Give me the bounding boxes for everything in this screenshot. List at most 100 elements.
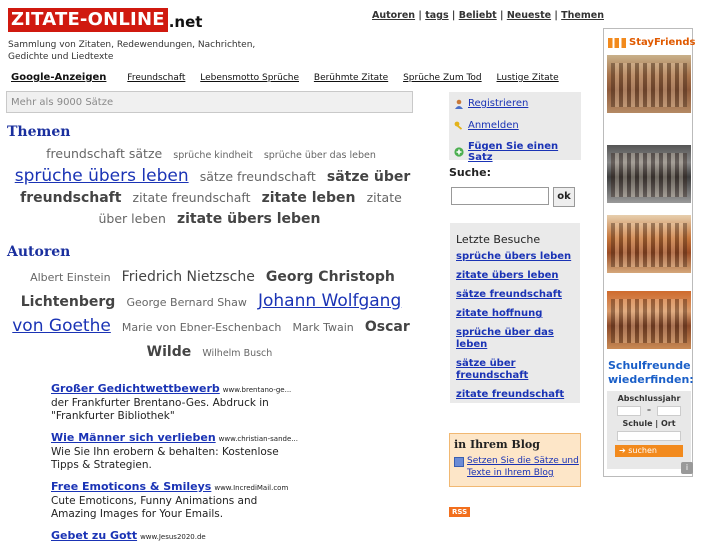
stayfriends-logo: StayFriends xyxy=(608,37,696,48)
main-search-input[interactable]: Mehr als 9000 Sätze xyxy=(6,91,413,113)
side-search-input[interactable] xyxy=(451,187,549,205)
nav-autoren[interactable]: Autoren xyxy=(372,10,415,21)
stayfriends-banner[interactable]: StayFriends Schulfreunde wiederfinden: A… xyxy=(603,28,696,477)
tag-link[interactable]: sprüche über das leben xyxy=(264,150,376,161)
author-link[interactable]: Wilhelm Busch xyxy=(202,348,272,359)
google-ads-label[interactable]: Google-Anzeigen xyxy=(11,72,106,83)
nav-separator: | xyxy=(418,10,422,21)
list-item: sprüche über das leben xyxy=(456,327,576,351)
author-link[interactable]: Albert Einstein xyxy=(30,271,110,284)
nav-separator: | xyxy=(500,10,504,21)
list-item: sprüche übers leben xyxy=(456,251,576,263)
recent-visits-list: sprüche übers leben zitate übers leben s… xyxy=(456,251,576,408)
login-link[interactable]: Anmelden xyxy=(468,120,519,131)
text-ad-url[interactable]: www.christian-sande... xyxy=(219,435,298,443)
author-link[interactable]: Friedrich Nietzsche xyxy=(122,269,255,285)
recent-link[interactable]: zitate hoffnung xyxy=(456,308,542,319)
add-icon xyxy=(454,147,464,157)
banner-search-button[interactable]: ➔ suchen xyxy=(615,445,683,457)
nav-separator: | xyxy=(451,10,456,21)
text-ad-url[interactable]: www.IncrediMail.com xyxy=(214,484,288,492)
list-item: zitate hoffnung xyxy=(456,308,576,320)
text-ad: Gebet zu Gott www.Jesus2020.de xyxy=(51,529,301,544)
rss-button[interactable]: RSS xyxy=(449,507,471,517)
year-label: Abschlussjahr xyxy=(617,394,681,403)
tag-link[interactable]: sätze freundschaft xyxy=(200,169,316,184)
recent-link[interactable]: sätze freundschaft xyxy=(456,289,562,300)
recent-link[interactable]: zitate übers leben xyxy=(456,270,559,281)
logo-wordmark: ZITATE-ONLINE xyxy=(8,8,168,32)
text-ad-body: Cute Emoticons, Funny Animations and Ama… xyxy=(51,495,258,520)
tag-link[interactable]: zitate leben xyxy=(262,190,356,206)
banner-headline: Schulfreunde wiederfinden: xyxy=(608,359,694,386)
author-link[interactable]: George Bernard Shaw xyxy=(126,296,246,309)
register-link[interactable]: Registrieren xyxy=(468,98,528,109)
nav-themen[interactable]: Themen xyxy=(561,10,604,21)
recent-link[interactable]: zitate freundschaft xyxy=(456,389,564,400)
login-item[interactable]: Anmelden xyxy=(454,120,519,131)
text-ad-title[interactable]: Free Emoticons & Smileys xyxy=(51,480,211,493)
tag-link[interactable]: zitate übers leben xyxy=(177,211,321,227)
text-ad-title[interactable]: Gebet zu Gott xyxy=(51,529,137,542)
register-item[interactable]: Registrieren xyxy=(454,98,528,109)
text-ad-body: der Frankfurter Brentano-Ges. Abdruck in… xyxy=(51,397,269,422)
school-input[interactable] xyxy=(617,431,681,441)
site-logo[interactable]: ZITATE-ONLINE .net xyxy=(8,6,202,32)
side-search-button[interactable]: ok xyxy=(553,187,575,207)
text-ad-url[interactable]: www.Jesus2020.de xyxy=(140,533,206,541)
recent-link[interactable]: sprüche über das leben xyxy=(456,327,554,350)
text-ad: Großer Gedichtwettbewerb www.brentano-ge.… xyxy=(51,382,301,423)
recent-visits-title: Letzte Besuche xyxy=(456,233,541,246)
recent-link[interactable]: sätze über freundschaft xyxy=(456,358,528,381)
tag-link[interactable]: zitate freundschaft xyxy=(133,190,251,205)
nav-separator: | xyxy=(554,10,558,21)
recent-visits-box: Letzte Besuche sprüche übers leben zitat… xyxy=(450,223,580,403)
side-search-label: Suche: xyxy=(449,166,491,179)
add-sentence-link[interactable]: Fügen Sie einen Satz xyxy=(468,141,581,163)
tag-link[interactable]: freundschaft sätze xyxy=(46,146,162,161)
class-photo xyxy=(607,291,691,349)
class-photo xyxy=(607,215,691,273)
list-item: zitate freundschaft xyxy=(456,389,576,401)
school-label: Schule | Ort xyxy=(622,419,676,428)
author-link[interactable]: Marie von Ebner-Eschenbach xyxy=(122,321,281,334)
key-icon xyxy=(454,121,464,131)
add-sentence-item[interactable]: Fügen Sie einen Satz xyxy=(454,141,581,163)
year-to-input[interactable] xyxy=(657,406,681,416)
tag-link[interactable]: sprüche übers leben xyxy=(15,166,189,186)
ad-link[interactable]: Freundschaft xyxy=(127,73,185,83)
class-photo xyxy=(607,55,691,113)
text-ad: Free Emoticons & Smileys www.IncrediMail.… xyxy=(51,480,301,521)
text-ads-list: Großer Gedichtwettbewerb www.brentano-ge.… xyxy=(51,382,301,552)
ad-link[interactable]: Lebensmotto Sprüche xyxy=(200,73,299,83)
blog-title: in Ihrem Blog xyxy=(454,438,540,451)
nav-beliebt[interactable]: Beliebt xyxy=(459,10,497,21)
text-ad-body: Wie Sie Ihn erobern & behalten: Kostenlo… xyxy=(51,446,279,471)
ad-info-icon[interactable]: i xyxy=(681,462,693,474)
banner-brand: StayFriends xyxy=(629,37,696,48)
themen-heading: Themen xyxy=(7,124,71,140)
autoren-heading: Autoren xyxy=(7,244,71,260)
text-ad: Wie Männer sich verlieben www.christian-s… xyxy=(51,431,301,472)
ad-link[interactable]: Sprüche Zum Tod xyxy=(403,73,482,83)
logo-suffix: .net xyxy=(168,13,203,31)
ad-link[interactable]: Lustige Zitate xyxy=(497,73,559,83)
autoren-tag-cloud: Albert Einstein Friedrich Nietzsche Geor… xyxy=(6,264,416,365)
nav-neueste[interactable]: Neueste xyxy=(507,10,551,21)
recent-link[interactable]: sprüche übers leben xyxy=(456,251,571,262)
text-ad-url[interactable]: www.brentano-ge... xyxy=(223,386,292,394)
text-ad-title[interactable]: Großer Gedichtwettbewerb xyxy=(51,382,220,395)
list-item: zitate übers leben xyxy=(456,270,576,282)
site-tagline: Sammlung von Zitaten, Redewendungen, Nac… xyxy=(8,40,256,62)
ad-link[interactable]: Berühmte Zitate xyxy=(314,73,388,83)
nav-tags[interactable]: tags xyxy=(425,10,448,21)
author-link[interactable]: Mark Twain xyxy=(292,321,353,334)
themen-tag-cloud: freundschaft sätze sprüche kindheit sprü… xyxy=(6,143,416,229)
tag-link[interactable]: sprüche kindheit xyxy=(173,150,252,161)
blog-box: in Ihrem Blog Setzen Sie die Sätze und T… xyxy=(449,433,581,487)
text-ad-title[interactable]: Wie Männer sich verlieben xyxy=(51,431,216,444)
user-icon xyxy=(454,99,464,109)
blog-link[interactable]: Setzen Sie die Sätze und Texte in Ihrem … xyxy=(467,455,579,479)
blog-icon xyxy=(454,457,464,467)
banner-form: Abschlussjahr – Schule | Ort ➔ suchen xyxy=(607,391,691,469)
